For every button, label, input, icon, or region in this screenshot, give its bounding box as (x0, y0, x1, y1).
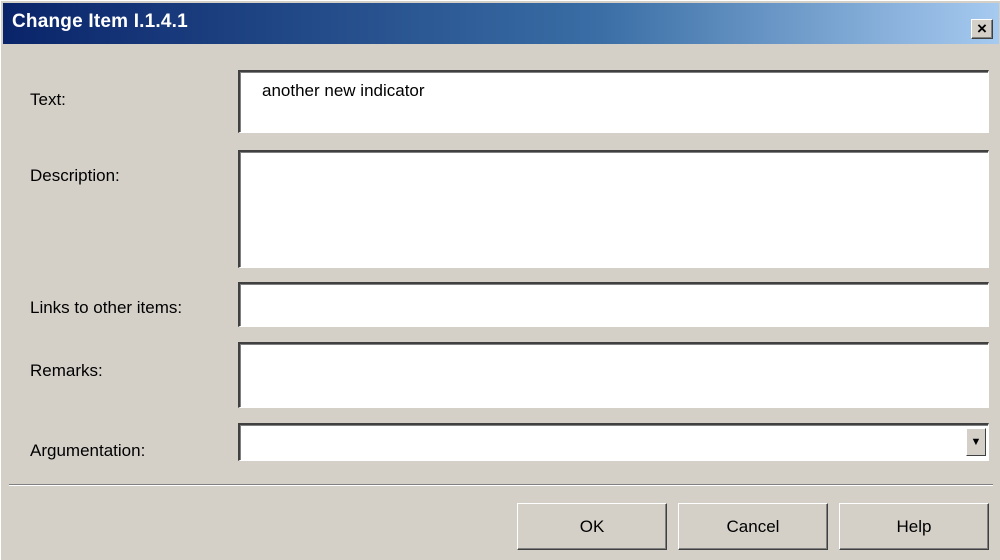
links-label: Links to other items: (30, 298, 183, 317)
links-field[interactable] (238, 282, 989, 327)
argumentation-select[interactable]: ▼ (238, 423, 989, 461)
argumentation-label: Argumentation: (30, 441, 146, 460)
change-item-dialog: Change Item I.1.4.1 × Text: another new … (0, 0, 1000, 560)
ok-button[interactable]: OK (517, 503, 667, 550)
remarks-label: Remarks: (30, 361, 103, 380)
chevron-down-icon: ▼ (970, 436, 982, 448)
close-button[interactable]: × (971, 19, 993, 39)
close-icon: × (977, 19, 987, 38)
title-bar[interactable]: Change Item I.1.4.1 × (3, 3, 999, 44)
text-field-value: another new indicator (262, 81, 425, 100)
dropdown-arrow-button[interactable]: ▼ (966, 428, 986, 456)
description-label: Description: (30, 166, 120, 185)
dialog-title: Change Item I.1.4.1 (12, 11, 188, 32)
help-button[interactable]: Help (839, 503, 989, 550)
cancel-button[interactable]: Cancel (678, 503, 828, 550)
text-label: Text: (30, 90, 66, 109)
description-field[interactable] (238, 150, 989, 268)
text-field[interactable]: another new indicator (238, 70, 989, 133)
remarks-field[interactable] (238, 342, 989, 408)
footer-separator (9, 484, 993, 486)
